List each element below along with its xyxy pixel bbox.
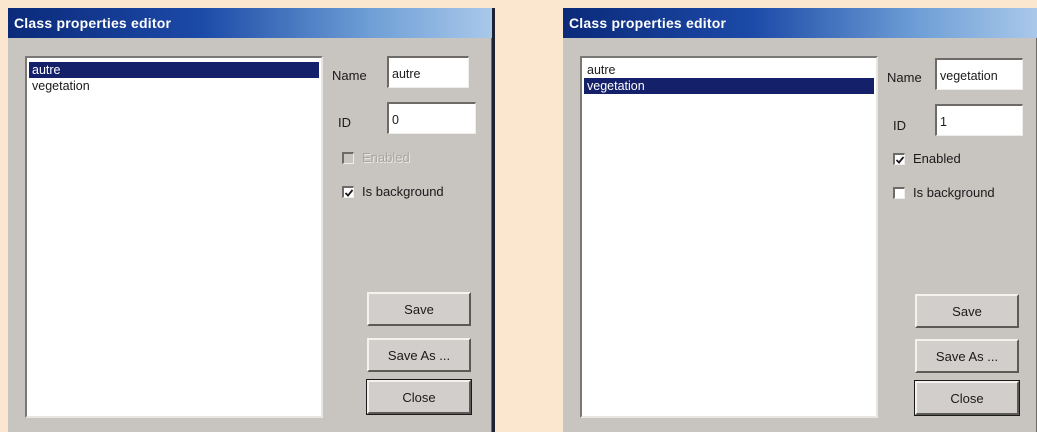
is-background-checkbox[interactable] <box>893 186 905 199</box>
id-field[interactable] <box>387 102 476 134</box>
class-properties-window-right: Class properties editor autre vegetation… <box>563 8 1037 432</box>
checkmark-icon <box>344 188 354 197</box>
enabled-checkbox[interactable] <box>342 151 354 164</box>
class-listbox[interactable]: autre vegetation <box>25 56 323 418</box>
list-item-autre[interactable]: autre <box>584 62 874 78</box>
id-label: ID <box>338 115 351 130</box>
is-background-label: Is background <box>913 185 995 200</box>
enabled-checkbox-row[interactable]: Enabled <box>893 151 961 166</box>
id-label: ID <box>893 118 906 133</box>
class-properties-window-left: Class properties editor autre vegetation… <box>8 8 495 432</box>
checkmark-icon <box>895 155 905 164</box>
save-as-button[interactable]: Save As ... <box>367 338 471 372</box>
name-label: Name <box>332 68 367 83</box>
is-background-checkbox[interactable] <box>342 185 354 198</box>
save-button[interactable]: Save <box>367 292 471 326</box>
id-field[interactable] <box>935 104 1023 136</box>
close-button[interactable]: Close <box>366 379 472 415</box>
window-title: Class properties editor <box>8 8 492 38</box>
save-button[interactable]: Save <box>915 294 1019 328</box>
window-title: Class properties editor <box>563 8 1037 38</box>
name-field[interactable] <box>387 56 469 88</box>
is-background-label: Is background <box>362 184 444 199</box>
name-field[interactable] <box>935 58 1023 90</box>
close-button[interactable]: Close <box>914 380 1020 416</box>
name-label: Name <box>887 70 922 85</box>
save-as-button[interactable]: Save As ... <box>915 339 1019 373</box>
is-background-checkbox-row[interactable]: Is background <box>342 184 444 199</box>
enabled-checkbox[interactable] <box>893 152 905 165</box>
enabled-checkbox-row[interactable]: Enabled <box>342 150 410 165</box>
class-listbox[interactable]: autre vegetation <box>580 56 878 418</box>
list-item-autre[interactable]: autre <box>29 62 319 78</box>
list-item-vegetation[interactable]: vegetation <box>584 78 874 94</box>
enabled-label: Enabled <box>362 150 410 165</box>
list-item-vegetation[interactable]: vegetation <box>29 78 319 94</box>
is-background-checkbox-row[interactable]: Is background <box>893 185 995 200</box>
enabled-label: Enabled <box>913 151 961 166</box>
